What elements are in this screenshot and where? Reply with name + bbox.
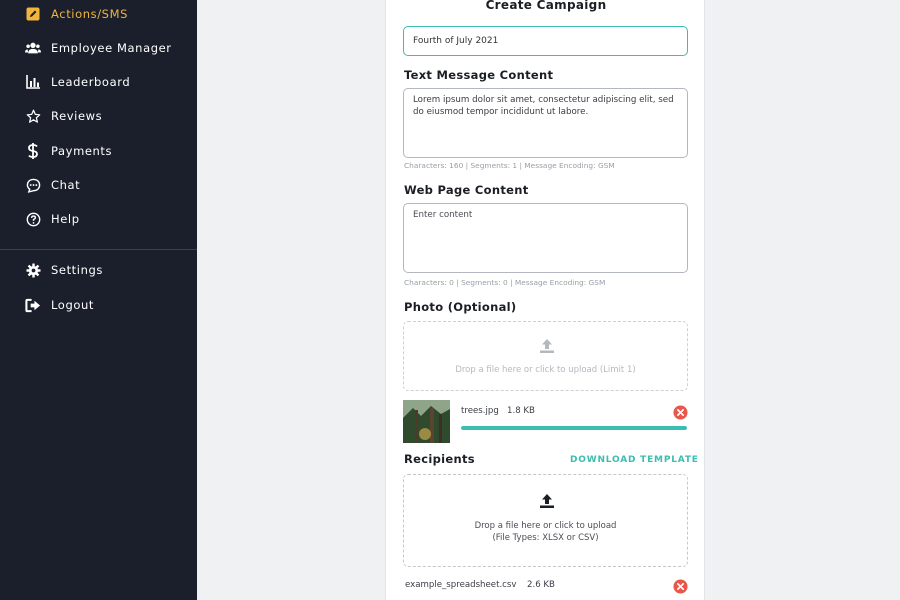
chat-bubble-icon <box>25 177 41 193</box>
edit-square-icon <box>25 6 41 22</box>
text-message-textarea[interactable]: Lorem ipsum dolor sit amet, consectetur … <box>403 88 688 158</box>
photo-file-name: trees.jpg <box>461 406 499 416</box>
photo-dropzone[interactable]: Drop a file here or click to upload (Lim… <box>403 321 688 391</box>
campaign-name-input[interactable] <box>403 26 688 56</box>
sidebar-item-label: Settings <box>51 263 103 277</box>
sidebar-item-help[interactable]: Help <box>0 202 197 236</box>
recipients-dropzone-text: Drop a file here or click to upload <box>474 521 617 531</box>
web-page-label: Web Page Content <box>404 183 529 197</box>
sidebar-item-label: Payments <box>51 144 113 158</box>
sidebar-item-label: Leaderboard <box>51 75 131 89</box>
sidebar-item-label: Chat <box>51 178 81 192</box>
recipients-file-name: example_spreadsheet.csv <box>405 580 517 590</box>
recipients-dropzone[interactable]: Drop a file here or click to upload (Fil… <box>403 474 688 567</box>
sidebar: Actions/SMS Employee Manager Leaderboard… <box>0 0 197 600</box>
bar-chart-icon <box>25 74 41 90</box>
create-campaign-card: Create Campaign Text Message Content Lor… <box>385 0 705 600</box>
sidebar-item-label: Logout <box>51 298 94 312</box>
dollar-icon <box>25 143 41 159</box>
photo-upload-progress <box>461 426 687 430</box>
sidebar-item-label: Reviews <box>51 109 103 123</box>
gear-icon <box>25 262 41 278</box>
photo-file-size: 1.8 KB <box>507 406 535 416</box>
photo-dropzone-text: Drop a file here or click to upload (Lim… <box>455 365 636 375</box>
sidebar-item-chat[interactable]: Chat <box>0 168 197 202</box>
upload-icon <box>540 339 554 353</box>
sidebar-item-payments[interactable]: Payments <box>0 134 197 168</box>
recipients-label: Recipients <box>404 452 475 466</box>
sidebar-item-actions-sms[interactable]: Actions/SMS <box>0 0 197 31</box>
photo-thumbnail <box>403 400 450 443</box>
page-title: Create Campaign <box>485 0 607 12</box>
photo-upload-progress-fill <box>461 426 687 430</box>
sidebar-item-reviews[interactable]: Reviews <box>0 99 197 133</box>
recipients-file-size: 2.6 KB <box>527 580 555 590</box>
sidebar-divider <box>0 249 197 250</box>
sidebar-item-leaderboard[interactable]: Leaderboard <box>0 65 197 99</box>
sidebar-item-logout[interactable]: Logout <box>0 288 197 322</box>
remove-photo-icon[interactable] <box>673 405 688 420</box>
recipients-dropzone-filetypes: (File Types: XLSX or CSV) <box>492 533 599 543</box>
download-template-link[interactable]: DOWNLOAD TEMPLATE <box>570 455 699 465</box>
sidebar-item-label: Actions/SMS <box>51 7 129 21</box>
remove-recipients-file-icon[interactable] <box>673 579 688 594</box>
upload-icon <box>540 494 554 508</box>
sidebar-item-employee-manager[interactable]: Employee Manager <box>0 31 197 65</box>
web-page-textarea[interactable] <box>403 203 688 273</box>
text-message-label: Text Message Content <box>404 68 554 82</box>
sidebar-item-label: Employee Manager <box>51 41 172 55</box>
web-page-meta: Characters: 0 | Segments: 0 | Message En… <box>404 278 606 287</box>
sidebar-item-label: Help <box>51 212 80 226</box>
sidebar-item-settings[interactable]: Settings <box>0 253 197 287</box>
users-icon <box>25 40 41 56</box>
question-circle-icon <box>25 211 41 227</box>
star-icon <box>25 108 41 124</box>
photo-label: Photo (Optional) <box>404 300 517 314</box>
text-message-meta: Characters: 160 | Segments: 1 | Message … <box>404 161 615 170</box>
logout-icon <box>25 297 41 313</box>
